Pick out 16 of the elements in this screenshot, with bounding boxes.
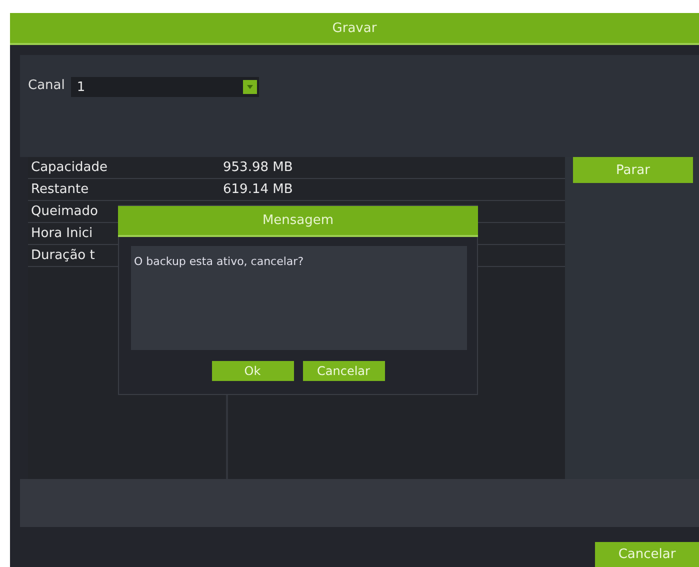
- window-title: Gravar: [10, 13, 699, 45]
- stop-button[interactable]: Parar: [573, 157, 693, 183]
- cancel-button[interactable]: Cancelar: [595, 542, 699, 567]
- table-cell: 619.14 MB: [223, 182, 293, 197]
- table-cell: Duração t: [31, 248, 95, 263]
- table-cell: Restante: [31, 182, 89, 197]
- dialog-title: Mensagem: [118, 206, 478, 237]
- cancel-button[interactable]: Cancelar: [302, 361, 384, 381]
- dialog-message: O backup esta ativo, cancelar?: [134, 255, 304, 268]
- table-cell: Capacidade: [31, 160, 108, 175]
- table-cell: Queimado: [31, 204, 98, 219]
- table-cell: 953.98 MB: [223, 160, 293, 175]
- ok-button[interactable]: Ok: [212, 361, 294, 381]
- channel-dropdown[interactable]: 1: [70, 77, 259, 97]
- channel-label: Canal: [28, 77, 65, 95]
- table-cell: Hora Inici: [31, 226, 93, 241]
